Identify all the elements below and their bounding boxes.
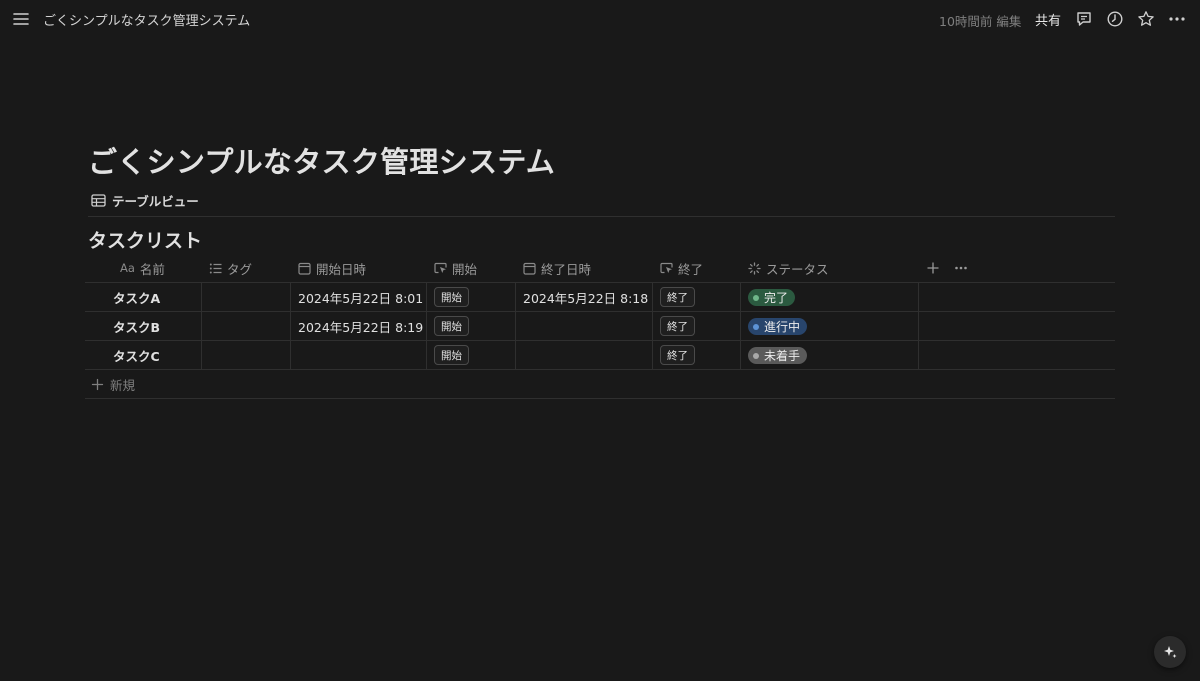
- column-header-start-datetime[interactable]: 開始日時: [298, 254, 366, 282]
- sparkle-icon: [1162, 644, 1178, 660]
- clock-icon[interactable]: [1106, 10, 1124, 28]
- calendar-icon: [298, 262, 311, 275]
- status-dot: [753, 352, 759, 359]
- column-header-start-button[interactable]: 開始: [434, 254, 477, 282]
- title-icon: Aa: [120, 261, 135, 275]
- status-label: 未着手: [764, 349, 801, 363]
- ai-assistant-button[interactable]: [1154, 636, 1186, 668]
- column-label: タグ: [227, 261, 253, 277]
- calendar-icon: [523, 262, 536, 275]
- end-button[interactable]: 終了: [660, 316, 695, 336]
- status-label: 完了: [764, 291, 789, 305]
- new-row: 新規: [85, 370, 1115, 399]
- column-label: 終了: [678, 261, 704, 277]
- column-label: ステータス: [766, 261, 829, 277]
- new-row-button[interactable]: 新規: [91, 370, 135, 398]
- top-bar: ごくシンプルなタスク管理システム 10時間前 編集 共有: [0, 0, 1200, 38]
- more-icon[interactable]: [953, 260, 969, 276]
- column-divider: [515, 341, 516, 369]
- view-tab-label: テーブルビュー: [112, 193, 199, 209]
- start-datetime-cell[interactable]: 2024年5月22日 8:01: [298, 283, 423, 311]
- new-row-label: 新規: [110, 377, 136, 393]
- task-name[interactable]: タスクB: [113, 312, 160, 340]
- menu-icon[interactable]: [12, 10, 30, 28]
- start-datetime-cell[interactable]: 2024年5月22日 8:19: [298, 312, 423, 340]
- column-divider: [290, 312, 291, 340]
- status-badge[interactable]: 進行中: [748, 318, 808, 335]
- column-divider: [426, 341, 427, 369]
- status-dot: [753, 323, 759, 330]
- column-header-end-button[interactable]: 終了: [660, 254, 703, 282]
- plus-icon: [91, 378, 104, 391]
- table-row: タスクC 開始 終了 未着手: [85, 341, 1115, 370]
- end-button[interactable]: 終了: [660, 287, 695, 307]
- table-row: タスクB 2024年5月22日 8:19 開始 終了 進行中: [85, 312, 1115, 341]
- column-divider: [918, 341, 919, 369]
- column-header-end-datetime[interactable]: 終了日時: [523, 254, 591, 282]
- status-dot: [753, 294, 759, 301]
- column-divider: [201, 283, 202, 311]
- table-header: Aa 名前 タグ 開始日時 開始 終了日時 終了 ステータス: [85, 254, 1115, 283]
- column-header-status[interactable]: ステータス: [748, 254, 829, 282]
- column-divider: [740, 341, 741, 369]
- status-badge[interactable]: 未着手: [748, 347, 808, 364]
- column-divider: [290, 341, 291, 369]
- cursor-button-icon: [434, 262, 447, 275]
- column-header-tag[interactable]: タグ: [209, 254, 252, 282]
- column-divider: [918, 312, 919, 340]
- more-icon[interactable]: [1168, 10, 1186, 28]
- status-badge[interactable]: 完了: [748, 289, 796, 306]
- task-name[interactable]: タスクC: [113, 341, 160, 369]
- page-title: ごくシンプルなタスク管理システム: [88, 145, 556, 179]
- column-divider: [515, 312, 516, 340]
- cursor-button-icon: [660, 262, 673, 275]
- end-datetime-cell[interactable]: 2024年5月22日 8:18: [523, 283, 648, 311]
- list-icon: [209, 262, 222, 275]
- column-divider: [290, 283, 291, 311]
- start-button[interactable]: 開始: [434, 287, 469, 307]
- status-label: 進行中: [764, 320, 801, 334]
- table-icon: [91, 193, 106, 207]
- column-label: 開始日時: [316, 261, 367, 277]
- comment-icon[interactable]: [1075, 10, 1093, 28]
- column-divider: [740, 283, 741, 311]
- column-header-name[interactable]: Aa 名前: [120, 254, 165, 282]
- column-divider: [652, 283, 653, 311]
- column-divider: [918, 283, 919, 311]
- start-button[interactable]: 開始: [434, 345, 469, 365]
- tab-table-view[interactable]: テーブルビュー: [91, 190, 199, 210]
- column-divider: [201, 341, 202, 369]
- status-spinner-icon: [748, 261, 761, 275]
- divider: [88, 216, 1115, 217]
- column-divider: [426, 283, 427, 311]
- column-divider: [652, 341, 653, 369]
- column-divider: [426, 312, 427, 340]
- task-table: Aa 名前 タグ 開始日時 開始 終了日時 終了 ステータス タスクA 2024…: [85, 254, 1115, 399]
- table-row: タスクA 2024年5月22日 8:01 開始 2024年5月22日 8:18 …: [85, 283, 1115, 312]
- edited-timestamp: 10時間前 編集: [939, 14, 1022, 29]
- share-button[interactable]: 共有: [1035, 10, 1061, 29]
- column-label: 開始: [452, 261, 478, 277]
- column-label: 名前: [139, 261, 165, 277]
- task-name[interactable]: タスクA: [113, 283, 160, 311]
- column-divider: [652, 312, 653, 340]
- database-title[interactable]: タスクリスト: [88, 226, 202, 253]
- start-button[interactable]: 開始: [434, 316, 469, 336]
- breadcrumb[interactable]: ごくシンプルなタスク管理システム: [43, 10, 250, 29]
- star-icon[interactable]: [1137, 10, 1155, 28]
- column-label: 終了日時: [541, 261, 592, 277]
- column-divider: [515, 283, 516, 311]
- column-divider: [740, 312, 741, 340]
- end-button[interactable]: 終了: [660, 345, 695, 365]
- column-divider: [201, 312, 202, 340]
- add-column-icon[interactable]: [925, 260, 941, 276]
